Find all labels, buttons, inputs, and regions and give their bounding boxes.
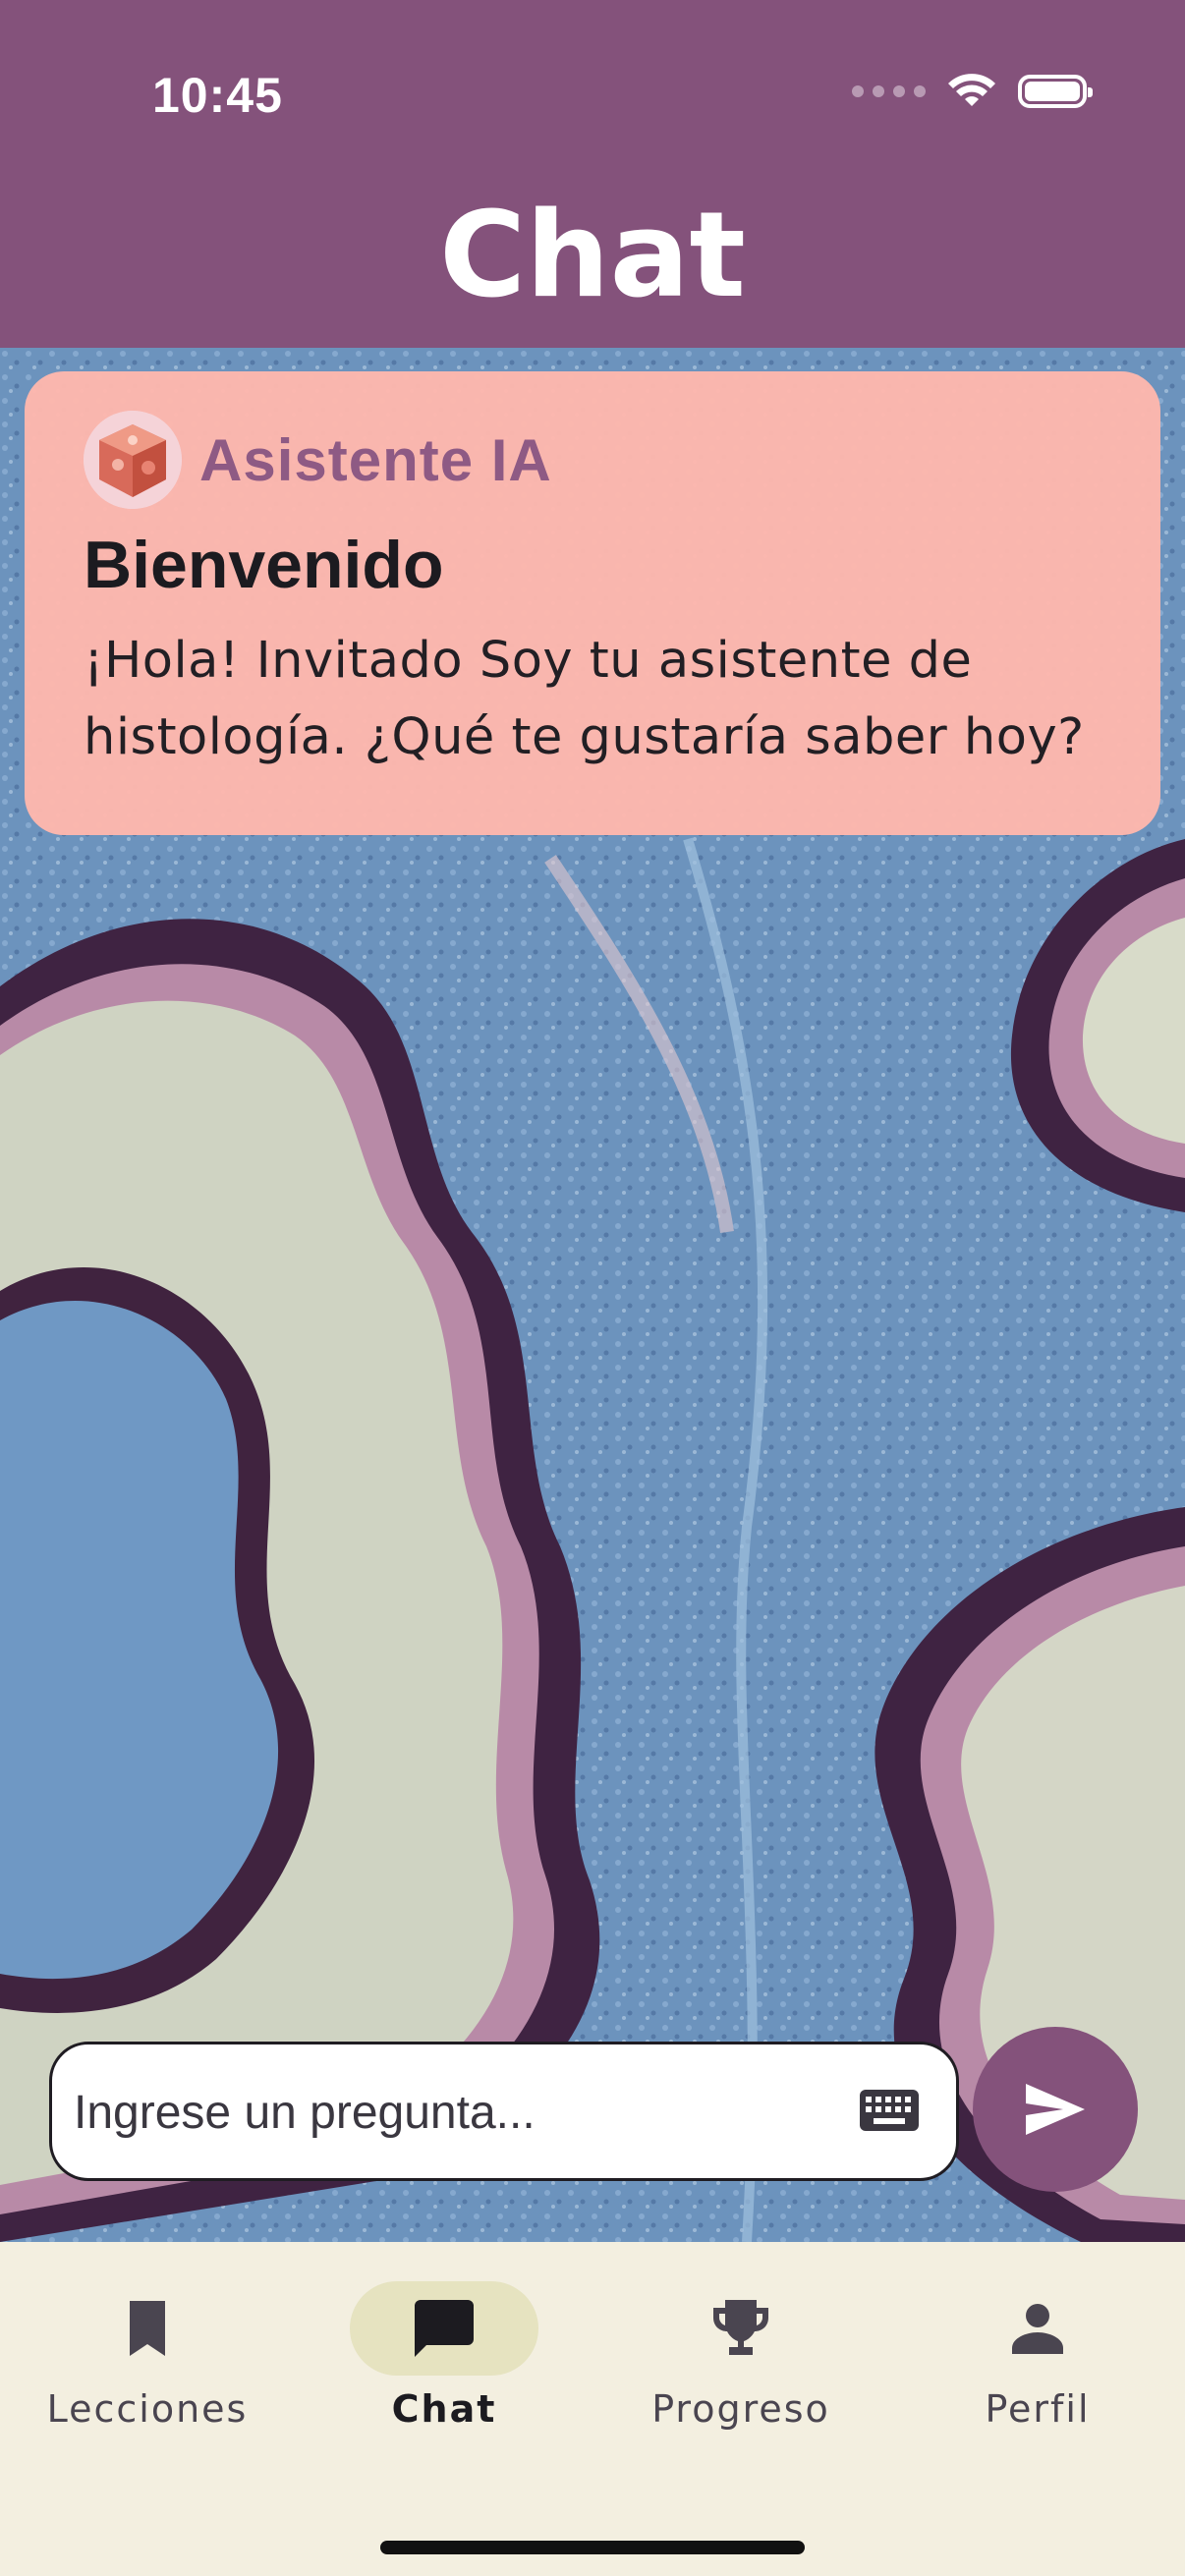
message-text: ¡Hola! Invitado Soy tu asistente de hist… (84, 632, 1085, 766)
bottom-navigation: Lecciones Chat Progreso Perfil (0, 2242, 1185, 2576)
signal-icon (852, 85, 926, 97)
assistant-header: Asistente IA (84, 411, 1101, 509)
chat-icon (415, 2300, 474, 2357)
nav-pill (647, 2281, 835, 2376)
nav-pill (943, 2281, 1132, 2376)
person-icon (1012, 2304, 1063, 2354)
nav-pill (53, 2281, 242, 2376)
question-input[interactable] (72, 2064, 862, 2160)
trophy-icon (713, 2300, 768, 2355)
battery-icon (1018, 75, 1093, 108)
send-icon (1026, 2084, 1085, 2135)
send-button[interactable] (973, 2027, 1138, 2192)
nav-item-perfil[interactable]: Perfil (910, 2281, 1165, 2431)
status-time: 10:45 (152, 68, 283, 123)
page-title: Chat (439, 188, 746, 324)
wifi-icon (948, 74, 995, 106)
assistant-avatar (84, 411, 182, 509)
nav-label: Perfil (985, 2387, 1091, 2431)
nav-item-chat[interactable]: Chat (316, 2281, 572, 2431)
question-input-container[interactable] (49, 2042, 959, 2181)
nav-item-progreso[interactable]: Progreso (613, 2281, 869, 2431)
home-indicator (380, 2541, 805, 2554)
keyboard-icon[interactable] (860, 2090, 919, 2131)
app-header: 10:45 Chat (0, 0, 1185, 348)
nav-label: Lecciones (46, 2387, 249, 2431)
nav-label: Progreso (651, 2387, 830, 2431)
nav-item-lecciones[interactable]: Lecciones (20, 2281, 275, 2431)
message-title: Bienvenido (84, 528, 444, 602)
chat-area[interactable]: Asistente IA Bienvenido ¡Hola! Invitado … (0, 348, 1185, 2242)
status-icons (852, 73, 1093, 110)
assistant-message-bubble: Asistente IA Bienvenido ¡Hola! Invitado … (25, 371, 1160, 835)
assistant-name: Asistente IA (199, 426, 552, 493)
nav-pill-active (350, 2281, 538, 2376)
nav-label: Chat (391, 2387, 497, 2431)
bookmark-icon (130, 2301, 165, 2356)
